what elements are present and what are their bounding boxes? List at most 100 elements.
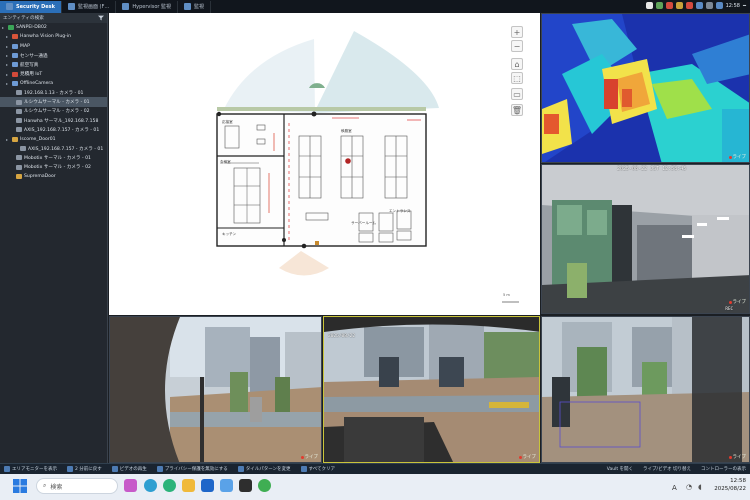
room-label: 応接室	[222, 120, 233, 124]
outlook-icon[interactable]	[201, 479, 214, 492]
room-label: 会議室	[220, 160, 231, 164]
camera-tile-thermal[interactable]: ライブ	[541, 13, 750, 163]
monitor-icon	[184, 3, 192, 10]
trash-icon[interactable]: 🗑	[511, 104, 523, 116]
sidebar-item[interactable]: AXIS_192.168.7.157 - カメラ - 01	[0, 125, 107, 134]
taskbar-date[interactable]: 2025/08/22	[712, 486, 746, 492]
minimize-button[interactable]: ━	[743, 3, 746, 9]
zoom-out-button[interactable]: −	[511, 40, 523, 52]
security-desk-taskbar-icon[interactable]	[220, 479, 233, 492]
camera-tile-street-2[interactable]: 2025/08/22 ライブ	[323, 316, 540, 463]
tab-monitoring[interactable]: 監視	[178, 0, 212, 13]
expand-arrow-icon[interactable]: ▸	[6, 81, 10, 86]
terminal-icon[interactable]	[239, 479, 252, 492]
expand-arrow-icon[interactable]: ▸	[6, 44, 10, 49]
live-indicator: ライブ	[518, 454, 536, 460]
ime-indicator[interactable]: A	[672, 484, 677, 492]
sidebar-item[interactable]: AXIS_192.168.7.157 - カメラ - 01	[0, 144, 107, 153]
browser-icon[interactable]	[163, 479, 176, 492]
vault-button[interactable]: Vault を開く	[607, 466, 633, 472]
sidebar-item-label: 航空写真	[20, 62, 39, 68]
expand-arrow-icon[interactable]: ▸	[6, 62, 10, 67]
home-icon[interactable]: ⌂	[511, 58, 523, 70]
taskbar-search[interactable]: ⌕ 検索	[36, 478, 118, 494]
entity-icon	[12, 53, 18, 59]
sidebar-item[interactable]: ルシウムサーマル - カメラ - 01	[0, 97, 107, 107]
tile-pattern-button[interactable]: タイルパターンを変更	[237, 466, 291, 472]
expand-arrow-icon[interactable]: ▸	[6, 53, 10, 58]
camera-tile-street-1[interactable]: ライブ	[109, 316, 322, 463]
filter-icon[interactable]	[98, 15, 104, 21]
sidebar-item[interactable]: 192.168.1.13 - カメラ - 01	[0, 88, 107, 97]
file-explorer-icon[interactable]	[182, 479, 195, 492]
edge-icon[interactable]	[144, 479, 157, 492]
rewind-icon	[67, 466, 73, 472]
area-monitor-button[interactable]: エリアモニターを表示	[4, 466, 57, 472]
windows-start-icon[interactable]	[13, 479, 27, 493]
warning-icon[interactable]	[675, 2, 683, 9]
volume-icon[interactable]: ◖	[698, 483, 702, 491]
sidebar-item-label: センサー通過	[20, 53, 48, 59]
privacy-toggle-button[interactable]: プライバシー保護を無効にする	[156, 466, 228, 472]
sidebar-item[interactable]: ▸ SANPEI-DB02	[0, 23, 107, 32]
zoom-in-button[interactable]: +	[511, 26, 523, 38]
tray-clock: 12:58	[725, 2, 740, 9]
clear-all-button[interactable]: すべてクリア	[300, 466, 335, 472]
notification-icon[interactable]	[645, 2, 653, 9]
network-icon[interactable]	[695, 2, 703, 9]
tab-security-desk[interactable]: Security Desk	[0, 0, 62, 13]
sidebar-item[interactable]: ▸ 航空写真	[0, 60, 107, 69]
sidebar-item[interactable]: ▸ OfflineCamera	[0, 79, 107, 88]
sidebar-item[interactable]: ▸ センサー通過	[0, 51, 107, 60]
user-icon[interactable]	[705, 2, 713, 9]
controller-button[interactable]: コントローラーの表示	[701, 466, 750, 472]
system-tray: 12:58 ━	[645, 2, 746, 9]
sidebar-item[interactable]: Mobotix サーマル - カメラ - 02	[0, 162, 107, 171]
sidebar-item[interactable]: Hanwha サーマル_192.168.7.158	[0, 116, 107, 125]
alarm-icon[interactable]	[665, 2, 673, 9]
taskbar-time[interactable]: 12:58	[712, 478, 746, 484]
sidebar-item[interactable]: ▸ Iscome_Door01	[0, 135, 107, 144]
tab-hypervisor[interactable]: Hypervisor 監視	[116, 0, 179, 13]
tab-monitor-screen[interactable]: 監視画面 (F…	[62, 0, 117, 13]
entity-icon	[16, 90, 22, 96]
camera-tile-street-3[interactable]: ライブ	[541, 316, 750, 463]
search-icon: ⌕	[43, 482, 47, 489]
chrome-icon[interactable]	[258, 479, 271, 492]
floor-plan	[216, 31, 519, 303]
floor-map-canvas[interactable]: 応接室 会議室 キッチン 執務室 サーバールーム エントランス 5 m + − …	[109, 13, 540, 315]
entity-sidebar: エンティティの検索 ▸ SANPEI-DB02 ▸ Hanwha Vision Plu…	[0, 13, 108, 463]
layers-icon[interactable]: ▭	[511, 88, 523, 100]
sidebar-item[interactable]: SupremaDoor	[0, 172, 107, 181]
sidebar-item[interactable]: ▸ 見積用 IoT	[0, 69, 107, 78]
sidebar-item[interactable]: ▸ Hanwha Vision Plug-in	[0, 32, 107, 41]
health-icon[interactable]	[655, 2, 663, 9]
rewind-button[interactable]: 2 分前に戻す	[67, 466, 102, 472]
sidebar-item-label: AXIS_192.168.7.157 - カメラ - 01	[28, 146, 104, 152]
camera-timestamp: 2025-08-22 JST 12:58:45	[617, 166, 687, 172]
camera-timestamp: 2025/08/22	[328, 334, 356, 339]
zoom-area-icon[interactable]: ⬚	[511, 72, 523, 84]
expand-arrow-icon[interactable]: ▸	[6, 137, 10, 142]
sidebar-item-label: ルシウムサーマル - カメラ - 01	[24, 100, 90, 106]
playback-button[interactable]: ビデオの再生	[111, 466, 147, 472]
tab-label: Security Desk	[16, 3, 55, 10]
privacy-icon	[156, 466, 163, 472]
camera-tile-office[interactable]: 2025-08-22 JST 12:58:45 REC ライブ	[541, 164, 750, 314]
alert-icon[interactable]	[685, 2, 693, 9]
room-label: エントランス	[389, 209, 411, 213]
sidebar-item[interactable]: Mobotix サーマル - カメラ - 01	[0, 153, 107, 162]
expand-arrow-icon[interactable]: ▸	[6, 72, 10, 77]
entity-icon	[20, 146, 26, 151]
expand-arrow-icon[interactable]: ▸	[6, 34, 10, 39]
sidebar-item[interactable]: ルシウムサーマル - カメラ - 02	[0, 107, 107, 116]
title-bar: Security Desk 監視画面 (F… Hypervisor 監視 監視 …	[0, 0, 750, 13]
volume-icon[interactable]	[715, 2, 723, 9]
entity-icon	[16, 164, 22, 170]
sidebar-header: エンティティの検索	[0, 13, 107, 23]
wifi-icon[interactable]: ◔	[686, 483, 692, 491]
sidebar-item[interactable]: ▸ MAP	[0, 42, 107, 51]
copilot-icon[interactable]	[124, 479, 137, 492]
live-video-toggle-button[interactable]: ライブ/ビデオ 切り替え	[643, 466, 691, 472]
expand-arrow-icon[interactable]: ▸	[2, 25, 6, 30]
